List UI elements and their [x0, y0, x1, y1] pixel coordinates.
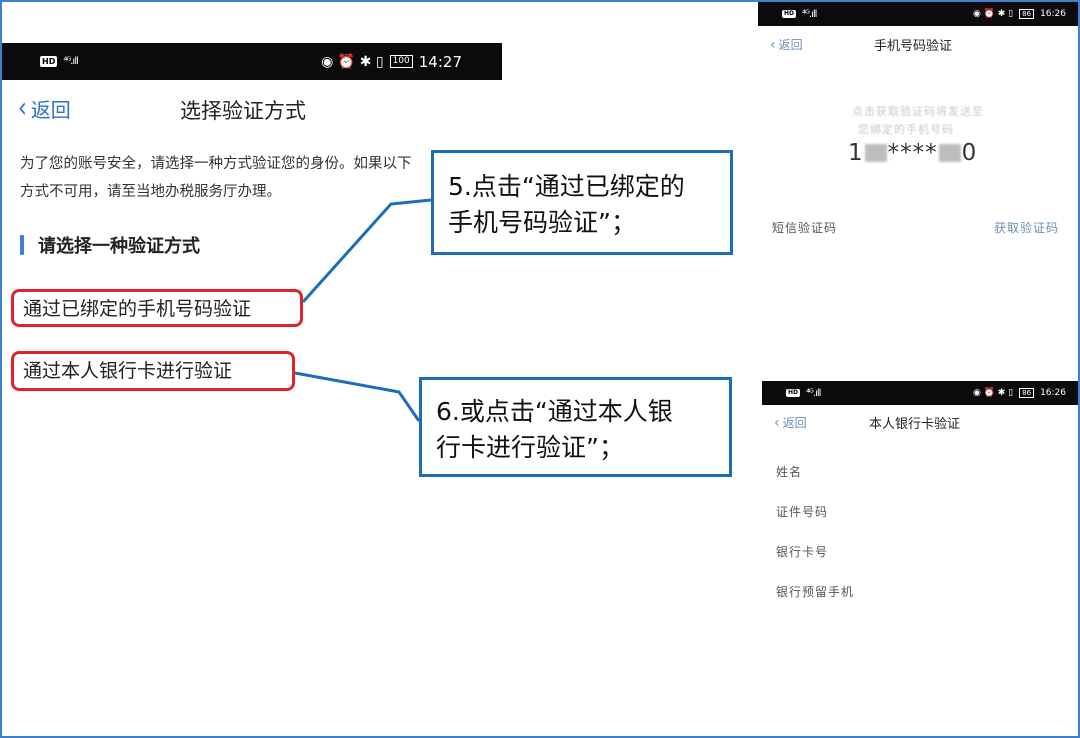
back-button[interactable]: ‹ 返回: [18, 92, 71, 125]
section-heading: 请选择一种验证方式: [20, 232, 200, 258]
hd-icon: HD: [782, 10, 797, 18]
get-code-button[interactable]: 获取验证码: [994, 219, 1059, 236]
field-name[interactable]: 姓名: [776, 463, 802, 480]
callout-step-6-line-2: 行卡进行验证”；: [436, 433, 624, 462]
battery-icon: 100: [389, 55, 413, 68]
section-accent-bar: [20, 235, 24, 255]
status-icons: ◉ ⏰ ✱ ▯: [321, 53, 384, 70]
intro-line-2: 方式不可用，请至当地办税服务厅办理。: [20, 184, 281, 200]
bank-verify-title: 本人银行卡验证: [869, 417, 961, 432]
connector-step6: [294, 371, 421, 422]
status-time: 16:26: [1040, 9, 1066, 19]
sms-code-label: 短信验证码: [772, 221, 838, 235]
status-time: 16:26: [1040, 388, 1066, 398]
battery-icon: 86: [1019, 9, 1035, 19]
status-time: 14:27: [418, 52, 462, 71]
status-bar: HD ⁴ᴳ.ıll ◉ ⏰ ✱ ▯ 100 14:27: [2, 43, 502, 80]
connector-step5: [301, 198, 432, 304]
chevron-left-icon: ‹: [18, 92, 27, 125]
nav-bar: ‹ 返回 选择验证方式: [18, 92, 498, 126]
chevron-left-icon: ‹: [770, 36, 776, 53]
battery-icon: 86: [1019, 388, 1035, 398]
back-label: 返回: [30, 98, 71, 122]
callout-step-5: 5.点击“通过已绑定的 手机号码验证”；: [431, 150, 733, 255]
number-prefix: 1: [848, 140, 864, 166]
callout-step-5-line-2: 手机号码验证”；: [448, 208, 636, 237]
intro-line-1: 为了您的账号安全，请选择一种方式验证您的身份。如果以下: [20, 156, 412, 172]
signal-icon: ⁴ᴳ.ıll: [806, 387, 821, 399]
redaction-block: [864, 144, 887, 162]
status-icons: ◉ ⏰ ✱ ▯: [973, 388, 1014, 398]
field-bank-reserved-phone[interactable]: 银行预留手机: [776, 583, 854, 600]
status-bar-phone-verify: HD ⁴ᴳ.ıll ◉ ⏰ ✱ ▯ 86 16:26: [758, 2, 1078, 26]
hd-icon: HD: [786, 389, 801, 397]
section-title: 请选择一种验证方式: [38, 236, 200, 257]
blurred-hint-line-2: 您绑定的手机号码: [858, 123, 954, 136]
blurred-hint-line-1: 点击获取验证码将发送至: [852, 105, 984, 118]
back-label: 返回: [778, 38, 803, 52]
page-title: 选择验证方式: [180, 99, 306, 123]
signal-icon: ⁴ᴳ.ıll: [63, 56, 78, 67]
intro-text: 为了您的账号安全，请选择一种方式验证您的身份。如果以下 方式不可用，请至当地办税…: [20, 150, 500, 206]
number-mask: ****: [887, 140, 938, 166]
status-icons: ◉ ⏰ ✱ ▯: [973, 9, 1014, 19]
signal-icon: ⁴ᴳ.ıll: [802, 8, 817, 20]
status-bar-bank-verify: HD ⁴ᴳ.ıll ◉ ⏰ ✱ ▯ 86 16:26: [762, 381, 1078, 405]
redaction-block: [938, 144, 961, 162]
number-suffix: 0: [961, 140, 978, 166]
option-phone-verify[interactable]: 通过已绑定的手机号码验证: [11, 289, 303, 327]
callout-step-6-line-1: 6.或点击“通过本人银: [436, 397, 673, 426]
phone-verify-title: 手机号码验证: [874, 39, 953, 54]
back-label: 返回: [782, 416, 807, 430]
field-bank-card-number[interactable]: 银行卡号: [776, 543, 828, 560]
back-button-bank-verify[interactable]: ‹ 返回: [774, 414, 807, 431]
callout-step-5-line-1: 5.点击“通过已绑定的: [448, 172, 685, 201]
option-bank-card-verify[interactable]: 通过本人银行卡进行验证: [11, 351, 295, 391]
hd-icon: HD: [40, 56, 58, 67]
back-button-phone-verify[interactable]: ‹ 返回: [770, 36, 803, 53]
masked-phone-number: 1 **** 0: [848, 140, 977, 166]
chevron-left-icon: ‹: [774, 414, 780, 431]
callout-step-6: 6.或点击“通过本人银 行卡进行验证”；: [419, 377, 732, 477]
field-id-number[interactable]: 证件号码: [776, 503, 828, 520]
